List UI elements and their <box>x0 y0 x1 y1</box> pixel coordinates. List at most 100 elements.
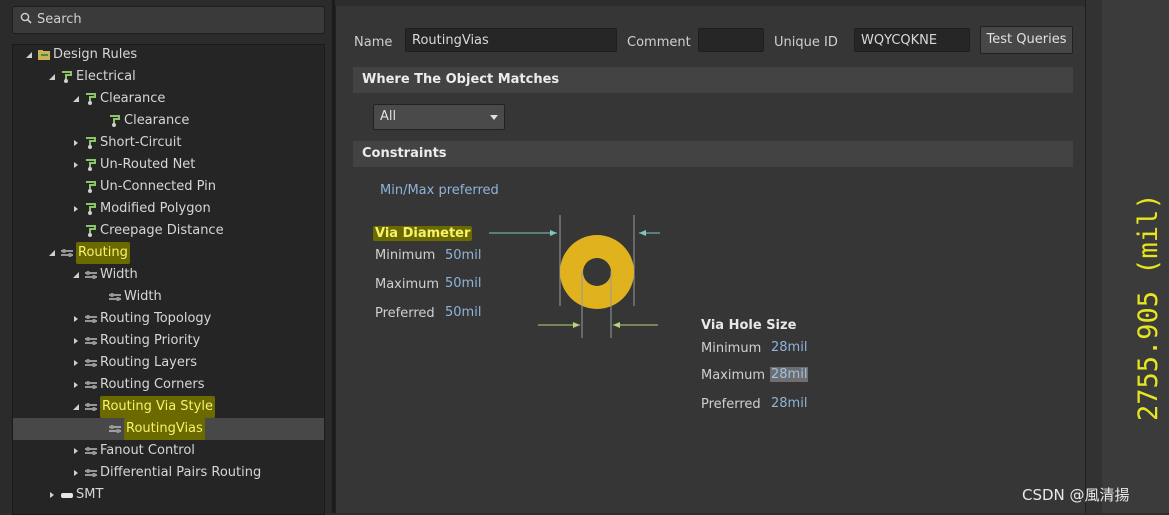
rules-tree: Design Rules Electrical Clearance Clearance… <box>12 44 325 515</box>
tree-item[interactable]: Modified Polygon <box>13 198 324 220</box>
tree-item-label: Routing Priority <box>100 333 201 348</box>
smt-icon <box>61 493 73 498</box>
rule-icon <box>86 93 96 105</box>
via-diameter-pref-label: Preferred <box>375 306 435 321</box>
tree-item-label: Differential Pairs Routing <box>100 465 262 480</box>
collapsed-arrow-icon[interactable] <box>72 139 80 147</box>
comment-field[interactable] <box>698 28 764 52</box>
via-diameter-min-value[interactable]: 50mil <box>445 248 481 263</box>
match-scope-value: All <box>380 109 397 124</box>
via-diameter-max-label: Maximum <box>375 277 440 292</box>
rule-icon <box>86 203 96 215</box>
tree-item[interactable]: Clearance <box>13 88 324 110</box>
tree-item[interactable]: Design Rules <box>13 45 324 66</box>
tree-item[interactable]: Electrical <box>13 66 324 88</box>
tree-item[interactable]: Clearance <box>13 110 324 132</box>
via-diameter-title: Via Diameter <box>373 226 473 241</box>
routing-icon <box>109 425 121 433</box>
tree-item[interactable]: Routing Via Style <box>13 396 324 418</box>
rule-icon <box>86 159 96 171</box>
tree-item-label: Routing Corners <box>100 377 205 392</box>
tree-item[interactable]: RoutingVias <box>13 418 324 440</box>
tree-item-label: Clearance <box>124 113 190 128</box>
name-field[interactable]: RoutingVias <box>405 28 617 52</box>
tree-item-label: Width <box>100 267 138 282</box>
coordinate-text: 2755.905 (mil) <box>1133 193 1164 421</box>
expanded-arrow-icon[interactable] <box>48 249 56 257</box>
collapsed-arrow-icon[interactable] <box>72 161 80 169</box>
routing-icon <box>61 249 73 257</box>
via-diameter-pref-value[interactable]: 50mil <box>445 305 481 320</box>
tree-item[interactable]: Un-Routed Net <box>13 154 324 176</box>
search-input[interactable]: Search <box>37 12 82 27</box>
via-diameter-title-wrap: Via Diameter <box>373 226 473 241</box>
tree-item[interactable]: Width <box>13 264 324 286</box>
rule-category-icon <box>62 71 72 83</box>
via-hole-min-label: Minimum <box>701 341 762 356</box>
via-hole-max-value[interactable]: 28mil <box>770 367 809 382</box>
collapsed-arrow-icon[interactable] <box>48 491 56 499</box>
expanded-arrow-icon[interactable] <box>72 95 80 103</box>
name-label: Name <box>354 35 393 50</box>
expanded-arrow-icon[interactable] <box>25 51 33 59</box>
tree-item[interactable]: Short-Circuit <box>13 132 324 154</box>
tree-item[interactable]: Routing Priority <box>13 330 324 352</box>
unique-id-field[interactable]: WQYCQKNE <box>854 28 970 52</box>
tree-item[interactable]: Creepage Distance <box>13 220 324 242</box>
where-section-header: Where The Object Matches <box>353 67 1073 93</box>
rule-editor: Name RoutingVias Comment Unique ID WQYCQ… <box>335 6 1086 513</box>
tree-item-label: RoutingVias <box>124 418 205 440</box>
tree-item-label: SMT <box>76 487 104 502</box>
test-queries-button[interactable]: Test Queries <box>980 26 1073 54</box>
collapsed-arrow-icon[interactable] <box>72 359 80 367</box>
match-scope-select[interactable]: All <box>373 104 505 130</box>
collapsed-arrow-icon[interactable] <box>72 205 80 213</box>
routing-icon <box>85 403 97 411</box>
tree-item[interactable]: Un-Connected Pin <box>13 176 324 198</box>
routing-icon <box>85 447 97 455</box>
tree-item-label: Routing Via Style <box>100 396 215 418</box>
constraint-mode-link[interactable]: Min/Max preferred <box>380 183 499 198</box>
tree-item[interactable]: Routing Topology <box>13 308 324 330</box>
collapsed-arrow-icon[interactable] <box>72 315 80 323</box>
collapsed-arrow-icon[interactable] <box>72 447 80 455</box>
tree-item-label: Creepage Distance <box>100 223 224 238</box>
tree-item-label: Routing Layers <box>100 355 197 370</box>
routing-icon <box>85 469 97 477</box>
rule-icon <box>86 137 96 149</box>
expanded-arrow-icon[interactable] <box>72 403 80 411</box>
collapsed-arrow-icon[interactable] <box>72 337 80 345</box>
search-icon <box>20 12 32 24</box>
collapsed-arrow-icon[interactable] <box>72 469 80 477</box>
routing-icon <box>85 381 97 389</box>
tree-item-label: Modified Polygon <box>100 201 211 216</box>
tree-item[interactable]: Routing <box>13 242 324 264</box>
tree-item-label: Fanout Control <box>100 443 195 458</box>
search-box[interactable]: Search <box>12 6 325 34</box>
tree-item-label: Width <box>124 289 162 304</box>
routing-icon <box>85 271 97 279</box>
constraints-section-header: Constraints <box>353 141 1073 167</box>
tree-item[interactable]: Routing Layers <box>13 352 324 374</box>
via-hole-max-value-wrap[interactable]: 28mil <box>770 367 809 382</box>
rules-panel: Search Design Rules Electrical Clearance Cl… <box>0 0 332 515</box>
tree-item[interactable]: Width <box>13 286 324 308</box>
rule-icon <box>110 115 120 127</box>
via-hole-title: Via Hole Size <box>701 318 797 333</box>
via-hole-max-label: Maximum <box>701 368 766 383</box>
tree-item-label: Clearance <box>100 91 166 106</box>
expanded-arrow-icon[interactable] <box>72 271 80 279</box>
tree-item[interactable]: Differential Pairs Routing <box>13 462 324 484</box>
tree-item[interactable]: Routing Corners <box>13 374 324 396</box>
via-hole-min-value[interactable]: 28mil <box>771 340 807 355</box>
via-hole-pref-value[interactable]: 28mil <box>771 396 807 411</box>
expanded-arrow-icon[interactable] <box>48 73 56 81</box>
via-diameter-max-value[interactable]: 50mil <box>445 276 481 291</box>
tree-item[interactable]: Fanout Control <box>13 440 324 462</box>
tree-item[interactable]: SMT <box>13 484 324 506</box>
tree-item-label: Design Rules <box>53 47 138 62</box>
rule-icon <box>86 181 96 193</box>
collapsed-arrow-icon[interactable] <box>72 381 80 389</box>
tree-item-label: Un-Connected Pin <box>100 179 216 194</box>
tree-item-label: Routing Topology <box>100 311 212 326</box>
